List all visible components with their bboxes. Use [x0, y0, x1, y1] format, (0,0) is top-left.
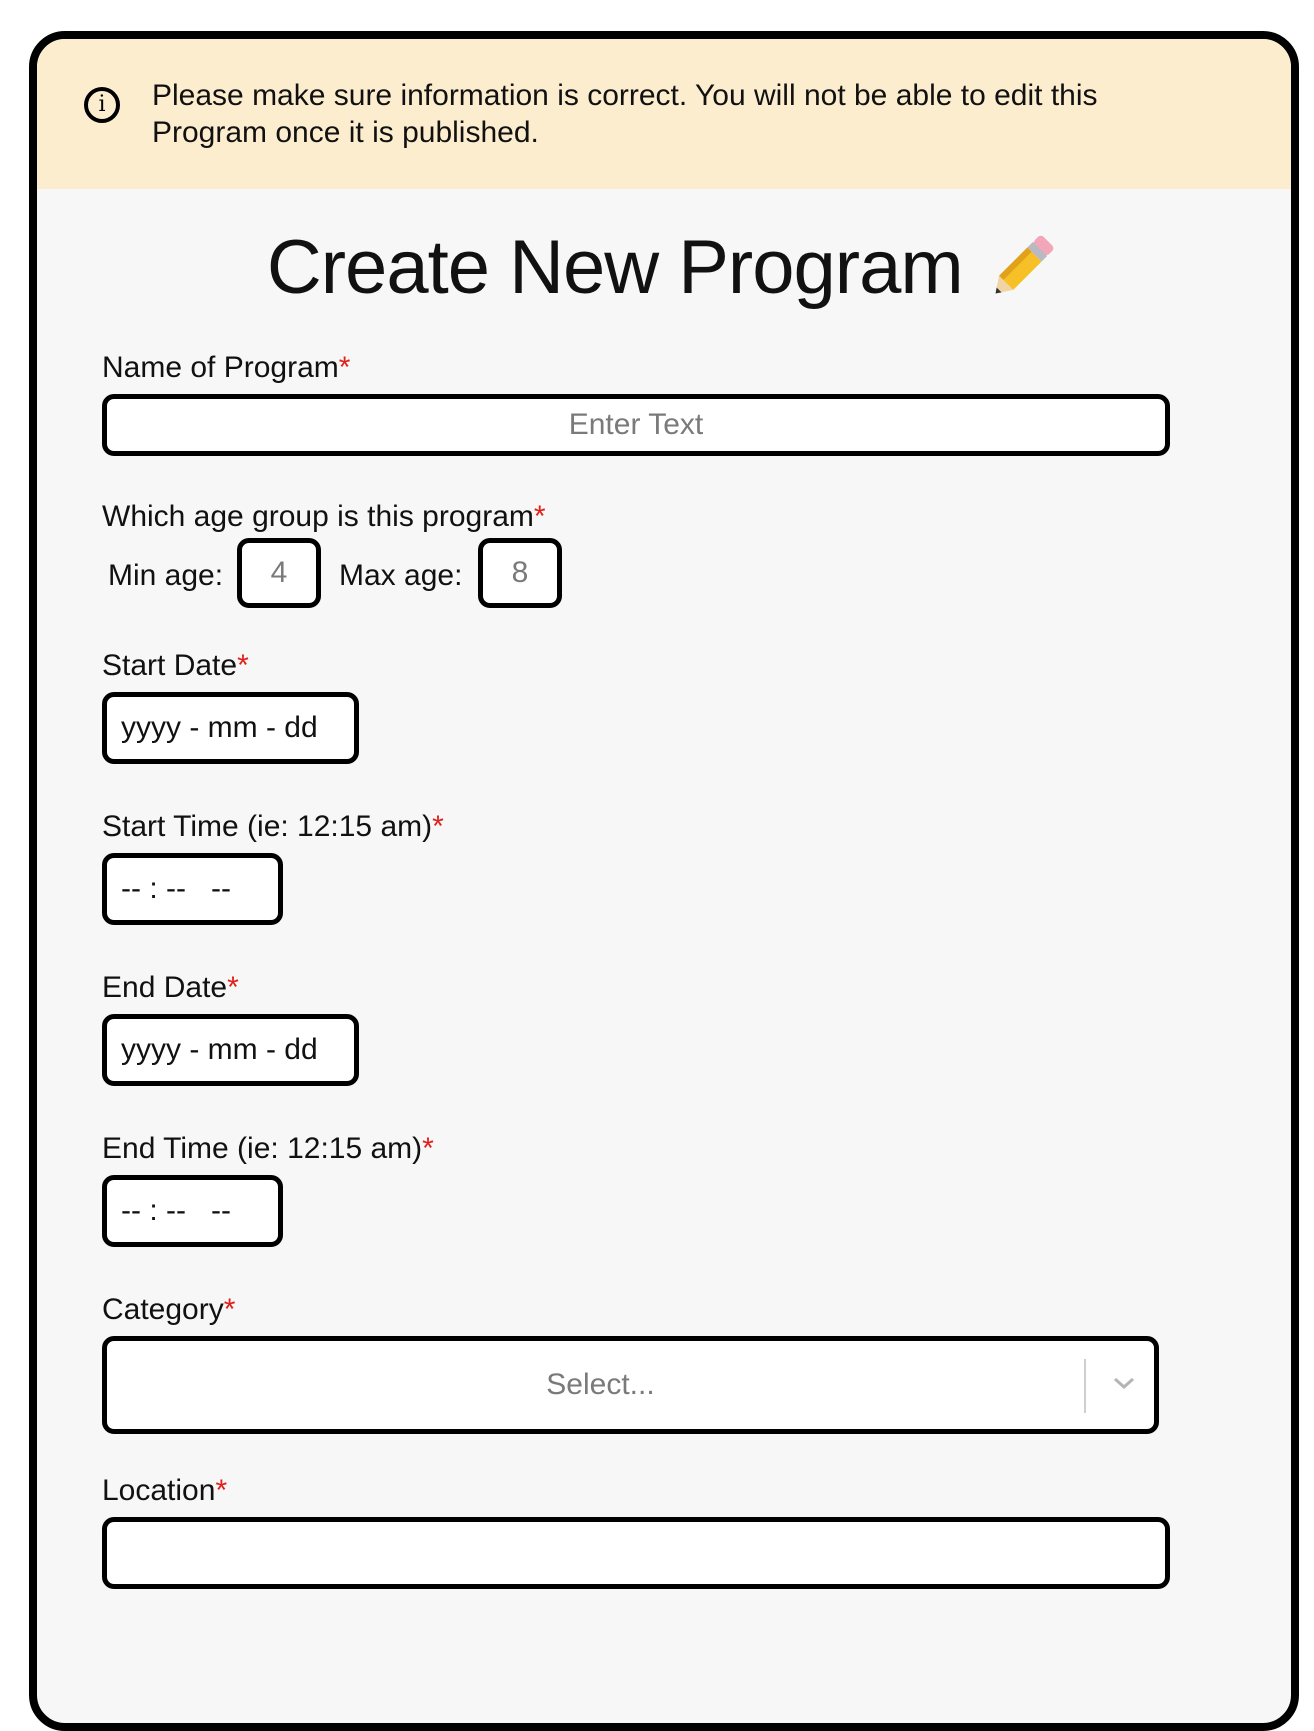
end-time-input[interactable]: -- : -- --: [102, 1175, 283, 1247]
category-label: Category*: [102, 1293, 236, 1326]
location-input[interactable]: [102, 1517, 1170, 1589]
max-age-input[interactable]: 8: [478, 538, 562, 608]
start-date-input[interactable]: yyyy - mm - dd: [102, 692, 359, 764]
start-time-placeholder: -- : -- --: [121, 872, 231, 905]
name-label: Name of Program*: [102, 351, 351, 384]
info-icon: i: [84, 87, 120, 123]
min-age-placeholder: 4: [270, 556, 288, 589]
start-date-placeholder: yyyy - mm - dd: [121, 711, 318, 744]
pencil-icon: [995, 235, 1054, 293]
end-time-placeholder: -- : -- --: [121, 1194, 231, 1227]
program-name-placeholder: Enter Text: [568, 408, 704, 441]
start-time-label: Start Time (ie: 12:15 am)*: [102, 810, 444, 843]
warning-banner: i Please make sure information is correc…: [37, 39, 1291, 189]
program-name-input[interactable]: Enter Text: [102, 394, 1170, 456]
start-date-label: Start Date*: [102, 649, 249, 682]
page-title: Create New Program: [266, 225, 964, 310]
select-divider: [1084, 1359, 1086, 1413]
max-age-label: Max age:: [339, 559, 463, 592]
min-age-input[interactable]: 4: [237, 538, 321, 608]
chevron-down-icon[interactable]: [1110, 1373, 1138, 1393]
age-group-label: Which age group is this program*: [102, 500, 546, 533]
end-date-label: End Date*: [102, 971, 239, 1004]
create-program-card: i Please make sure information is correc…: [29, 31, 1299, 1731]
page-title-row: Create New Program: [37, 224, 1291, 324]
category-placeholder: Select...: [546, 1368, 655, 1401]
category-select[interactable]: Select...: [102, 1336, 1159, 1434]
banner-message: Please make sure information is correct.…: [152, 79, 1098, 149]
location-label: Location*: [102, 1474, 228, 1507]
end-date-input[interactable]: yyyy - mm - dd: [102, 1014, 359, 1086]
end-time-label: End Time (ie: 12:15 am)*: [102, 1132, 434, 1165]
min-age-label: Min age:: [108, 559, 224, 592]
max-age-placeholder: 8: [511, 556, 529, 589]
start-time-input[interactable]: -- : -- --: [102, 853, 283, 925]
end-date-placeholder: yyyy - mm - dd: [121, 1033, 318, 1066]
